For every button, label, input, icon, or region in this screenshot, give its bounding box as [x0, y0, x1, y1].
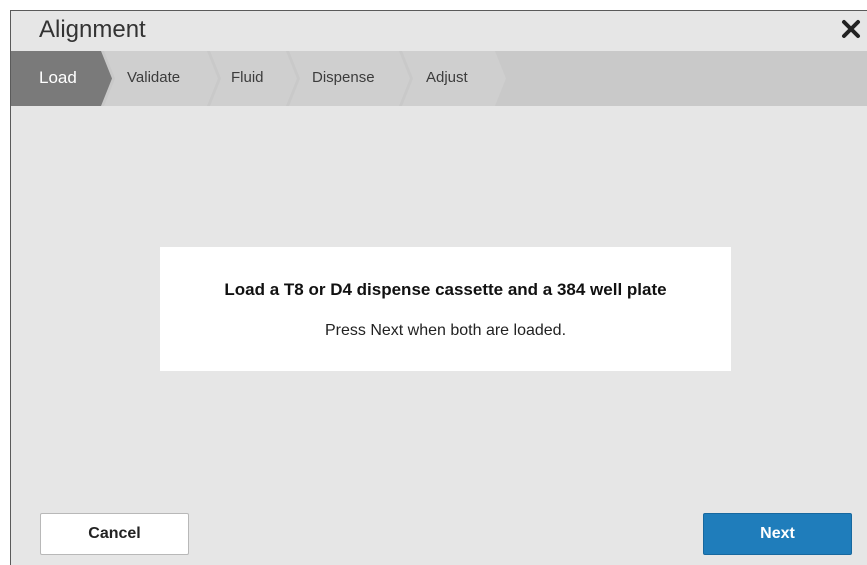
cancel-button[interactable]: Cancel [40, 513, 189, 555]
alignment-dialog: Alignment Load Validate Fluid Dispense A… [10, 10, 867, 565]
instruction-card: Load a T8 or D4 dispense cassette and a … [160, 247, 731, 371]
step-adjust[interactable]: Adjust [426, 69, 468, 86]
step-progress-bar: Load Validate Fluid Dispense Adjust [11, 51, 867, 106]
instruction-heading: Load a T8 or D4 dispense cassette and a … [224, 280, 667, 299]
next-button[interactable]: Next [703, 513, 852, 555]
step-fluid[interactable]: Fluid [231, 69, 264, 86]
dialog-titlebar: Alignment [11, 11, 867, 51]
close-icon[interactable] [839, 17, 863, 41]
step-dispense[interactable]: Dispense [312, 69, 375, 86]
dialog-title: Alignment [39, 16, 146, 43]
instruction-text: Press Next when both are loaded. [324, 322, 567, 339]
step-load[interactable]: Load [39, 68, 77, 88]
step-validate[interactable]: Validate [127, 69, 180, 86]
